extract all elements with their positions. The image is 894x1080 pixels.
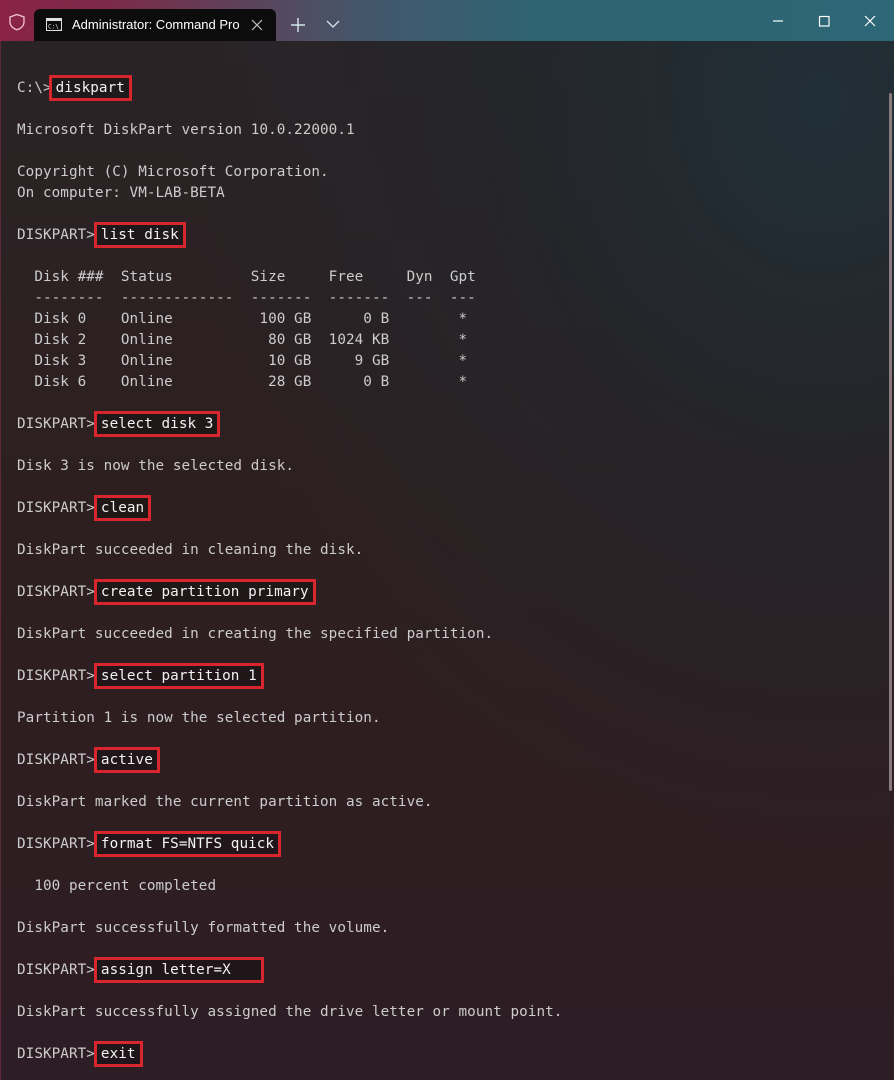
command-list-disk: list disk: [93, 222, 186, 248]
maximize-icon[interactable]: [802, 8, 846, 36]
prompt: C:\>: [17, 80, 52, 96]
prompt: DISKPART>: [17, 752, 95, 768]
command-exit: exit: [93, 1041, 143, 1067]
disk-table-header: Disk ### Status Size Free Dyn Gpt: [17, 269, 476, 285]
close-icon[interactable]: [250, 18, 264, 32]
prompt-line: DISKPART> list disk: [17, 222, 186, 248]
output-line: DiskPart succeeded in cleaning the disk.: [17, 542, 364, 558]
disk-table-separator: -------- ------------- ------- ------- -…: [17, 290, 476, 306]
prompt-line: DISKPART> active: [17, 747, 160, 773]
output-line: DiskPart succeeded in creating the speci…: [17, 626, 494, 642]
version-line: Microsoft DiskPart version 10.0.22000.1: [17, 122, 355, 138]
tab-command-prompt[interactable]: C:\_ Administrator: Command Prompt: [34, 9, 276, 41]
terminal-output[interactable]: C:\> diskpart Microsoft DiskPart version …: [0, 41, 894, 1080]
disk-table-row: Disk 0 Online 100 GB 0 B *: [17, 311, 468, 327]
command-active: active: [93, 747, 160, 773]
minimize-icon[interactable]: [756, 8, 800, 36]
shield-icon: [9, 13, 25, 31]
close-icon[interactable]: [848, 8, 892, 36]
prompt: DISKPART>: [17, 584, 95, 600]
chevron-down-icon[interactable]: [325, 18, 341, 30]
command-select-disk: select disk 3: [93, 411, 221, 437]
command-diskpart: diskpart: [48, 75, 132, 101]
command-clean: clean: [93, 495, 152, 521]
output-line: Disk 3 is now the selected disk.: [17, 458, 295, 474]
prompt-line: C:\> diskpart: [17, 75, 132, 101]
disk-table-row: Disk 3 Online 10 GB 9 GB *: [17, 353, 468, 369]
prompt: DISKPART>: [17, 227, 95, 243]
prompt-line: DISKPART> clean: [17, 495, 152, 521]
command-format: format FS=NTFS quick: [93, 831, 282, 857]
command-assign-letter: assign letter=X: [93, 957, 264, 983]
copyright-line: Copyright (C) Microsoft Corporation.: [17, 164, 329, 180]
prompt-line: DISKPART> select disk 3: [17, 411, 221, 437]
disk-table-row: Disk 2 Online 80 GB 1024 KB *: [17, 332, 468, 348]
prompt: DISKPART>: [17, 962, 95, 978]
prompt-line: DISKPART> create partition primary: [17, 579, 316, 605]
output-line: 100 percent completed: [17, 878, 217, 894]
prompt: DISKPART>: [17, 500, 95, 516]
plus-icon[interactable]: [289, 16, 307, 34]
command-create-partition: create partition primary: [93, 579, 316, 605]
prompt-line: DISKPART> select partition 1: [17, 663, 264, 689]
disk-table-row: Disk 6 Online 28 GB 0 B *: [17, 374, 468, 390]
command-prompt-icon: C:\_: [46, 18, 62, 31]
scrollbar[interactable]: [889, 93, 892, 791]
prompt: DISKPART>: [17, 836, 95, 852]
command-select-partition: select partition 1: [93, 663, 264, 689]
prompt: DISKPART>: [17, 668, 95, 684]
computer-line: On computer: VM-LAB-BETA: [17, 185, 225, 201]
prompt-line: DISKPART> exit: [17, 1041, 143, 1067]
title-bar: C:\_ Administrator: Command Prompt: [0, 0, 894, 41]
svg-text:C:\_: C:\_: [48, 24, 62, 31]
prompt: DISKPART>: [17, 1046, 95, 1062]
tab-title: Administrator: Command Prompt: [72, 17, 240, 32]
prompt: DISKPART>: [17, 416, 95, 432]
output-line: DiskPart successfully formatted the volu…: [17, 920, 390, 936]
output-line: Partition 1 is now the selected partitio…: [17, 710, 381, 726]
prompt-line: DISKPART> format FS=NTFS quick: [17, 831, 282, 857]
output-line: DiskPart marked the current partition as…: [17, 794, 433, 810]
output-line: DiskPart successfully assigned the drive…: [17, 1004, 563, 1020]
prompt-line: DISKPART> assign letter=X: [17, 957, 264, 983]
